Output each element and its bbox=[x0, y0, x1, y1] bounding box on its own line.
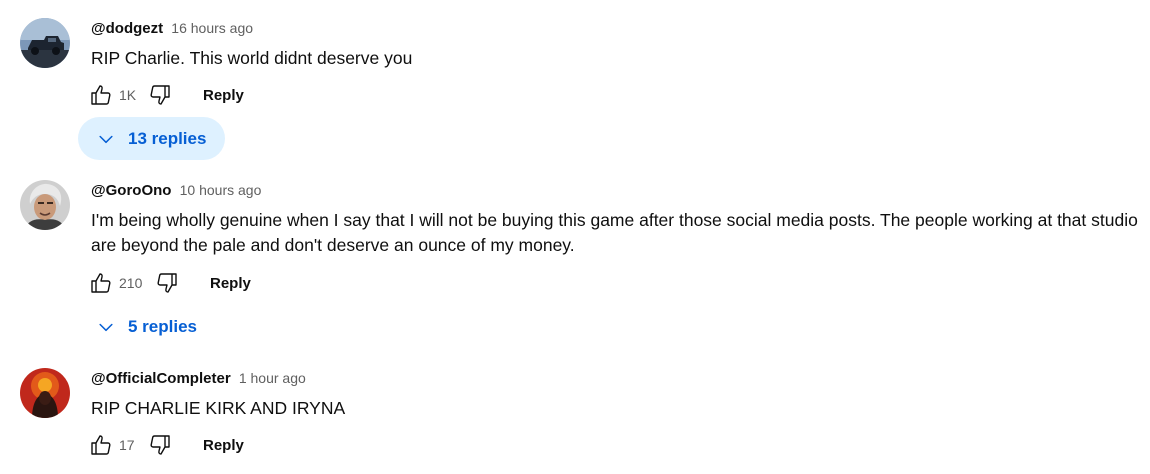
replies-toggle[interactable]: 5 replies bbox=[78, 305, 225, 348]
comment-text: RIP CHARLIE KIRK AND IRYNA bbox=[91, 398, 346, 418]
comment-actions: 210 Reply bbox=[86, 268, 251, 298]
replies-toggle[interactable]: 13 replies bbox=[78, 117, 225, 160]
comment-thread-2: @GoroOno 10 hours ago I'm being wholly g… bbox=[0, 170, 1150, 350]
author-name[interactable]: @dodgezt bbox=[91, 20, 163, 37]
comment-text: RIP Charlie. This world didnt deserve yo… bbox=[91, 48, 413, 68]
like-icon bbox=[91, 435, 111, 455]
avatar[interactable] bbox=[20, 180, 70, 230]
like-button[interactable] bbox=[86, 430, 116, 460]
like-count: 17 bbox=[119, 437, 135, 453]
truck-avatar-icon bbox=[20, 18, 70, 68]
replies-label: 5 replies bbox=[128, 316, 197, 336]
author-name[interactable]: @OfficialCompleter bbox=[91, 370, 231, 387]
timestamp[interactable]: 16 hours ago bbox=[171, 20, 253, 36]
hooded-figure-avatar-icon bbox=[20, 368, 70, 418]
reply-button[interactable]: Reply bbox=[210, 271, 251, 296]
dislike-button[interactable] bbox=[145, 80, 175, 110]
like-icon bbox=[91, 273, 111, 293]
avatar[interactable] bbox=[20, 368, 70, 418]
chevron-down-icon bbox=[94, 127, 118, 151]
dislike-button[interactable] bbox=[152, 268, 182, 298]
dislike-icon bbox=[157, 273, 177, 293]
like-button[interactable] bbox=[86, 268, 116, 298]
comment-text: I'm being wholly genuine when I say that… bbox=[91, 208, 1146, 258]
chevron-down-icon bbox=[94, 315, 118, 339]
comment-header: @dodgezt 16 hours ago bbox=[91, 20, 253, 37]
timestamp[interactable]: 1 hour ago bbox=[239, 370, 306, 386]
like-count: 210 bbox=[119, 275, 143, 291]
comment-actions: 1K Reply bbox=[86, 80, 244, 110]
avatar[interactable] bbox=[20, 18, 70, 68]
dislike-button[interactable] bbox=[145, 430, 175, 460]
person-avatar-icon bbox=[20, 180, 70, 230]
comment-text-line: I'm being wholly genuine when I say that… bbox=[91, 210, 1138, 230]
comment-header: @OfficialCompleter 1 hour ago bbox=[91, 370, 306, 387]
dislike-icon bbox=[150, 435, 170, 455]
timestamp[interactable]: 10 hours ago bbox=[180, 182, 262, 198]
reply-button[interactable]: Reply bbox=[203, 83, 244, 108]
comment-thread-3: @OfficialCompleter 1 hour ago RIP CHARLI… bbox=[0, 350, 1150, 474]
dislike-icon bbox=[150, 85, 170, 105]
comment-header: @GoroOno 10 hours ago bbox=[91, 182, 261, 199]
like-icon bbox=[91, 85, 111, 105]
comment-text-line: are beyond the pale and don't deserve an… bbox=[91, 235, 575, 255]
reply-button[interactable]: Reply bbox=[203, 433, 244, 458]
replies-label: 13 replies bbox=[128, 128, 207, 148]
author-name[interactable]: @GoroOno bbox=[91, 182, 171, 199]
like-count: 1K bbox=[119, 87, 137, 103]
like-button[interactable] bbox=[86, 80, 116, 110]
comment-thread-1: @dodgezt 16 hours ago RIP Charlie. This … bbox=[0, 0, 1150, 170]
comment-actions: 17 Reply bbox=[86, 430, 244, 460]
